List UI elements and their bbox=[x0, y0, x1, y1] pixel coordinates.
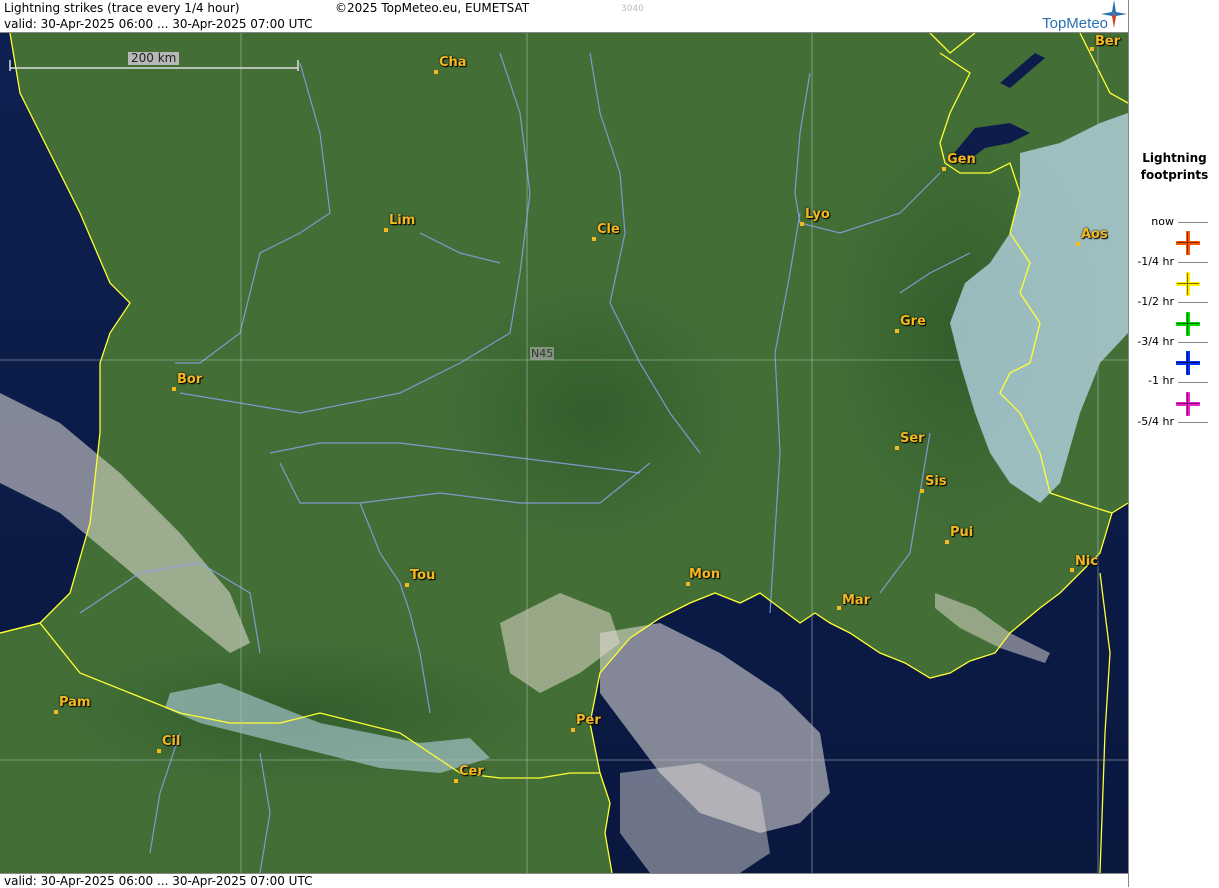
city-label[interactable]: Lyo bbox=[805, 207, 830, 222]
city-label[interactable]: Lim bbox=[389, 213, 415, 228]
city-label[interactable]: Mar bbox=[842, 593, 870, 608]
legend-label-five-quarter: -5/4 hr bbox=[1137, 415, 1174, 428]
legend-divider bbox=[1178, 262, 1208, 263]
legend-title-line1: Lightning bbox=[1142, 151, 1207, 165]
city-label[interactable]: Nic bbox=[1075, 554, 1098, 569]
legend-label-quarter: -1/4 hr bbox=[1137, 255, 1174, 268]
city-label[interactable]: Ser bbox=[900, 431, 925, 446]
yellow-cross-icon bbox=[1176, 272, 1200, 296]
city-marker bbox=[405, 583, 409, 587]
city-label[interactable]: Cha bbox=[439, 55, 467, 70]
product-code: 3040 bbox=[621, 4, 644, 14]
city-label[interactable]: Pui bbox=[950, 525, 973, 540]
map-title: Lightning strikes (trace every 1/4 hour) bbox=[4, 1, 240, 15]
city-label[interactable]: Tou bbox=[410, 568, 435, 583]
city-marker bbox=[571, 728, 575, 732]
city-marker bbox=[1076, 242, 1080, 246]
city-label[interactable]: Ber bbox=[1095, 34, 1120, 49]
topmeteo-logo-text[interactable]: TopMeteo bbox=[1042, 15, 1108, 32]
city-marker bbox=[434, 70, 438, 74]
massif-central-shade bbox=[430, 273, 750, 553]
legend-label-hour: -1 hr bbox=[1148, 374, 1174, 387]
scale-label: 200 km bbox=[128, 52, 180, 65]
city-marker bbox=[157, 749, 161, 753]
city-marker bbox=[1090, 47, 1094, 51]
city-label[interactable]: Cle bbox=[597, 222, 620, 237]
green-cross-icon bbox=[1176, 312, 1200, 336]
copyright-text: ©2025 TopMeteo.eu, EUMETSAT bbox=[335, 1, 530, 15]
legend-divider bbox=[1178, 222, 1208, 223]
city-marker bbox=[800, 222, 804, 226]
legend-divider bbox=[1178, 342, 1208, 343]
legend-divider bbox=[1178, 302, 1208, 303]
legend-panel: Lightning footprints now -1/4 hr -1/2 hr… bbox=[1128, 0, 1219, 887]
blue-cross-icon bbox=[1176, 351, 1200, 375]
city-marker bbox=[686, 582, 690, 586]
city-marker bbox=[54, 710, 58, 714]
city-marker bbox=[895, 446, 899, 450]
city-marker bbox=[172, 387, 176, 391]
city-marker bbox=[454, 779, 458, 783]
city-label[interactable]: Cer bbox=[459, 764, 484, 779]
city-marker bbox=[920, 489, 924, 493]
orange-cross-icon bbox=[1176, 231, 1200, 255]
legend-divider bbox=[1178, 382, 1208, 383]
city-label[interactable]: Aos bbox=[1081, 227, 1108, 242]
city-marker bbox=[942, 167, 946, 171]
map-header: Lightning strikes (trace every 1/4 hour)… bbox=[0, 0, 1128, 33]
city-label[interactable]: Pam bbox=[59, 695, 91, 710]
legend-title-line2: footprints bbox=[1140, 168, 1209, 182]
city-marker bbox=[384, 228, 388, 232]
city-label[interactable]: Gen bbox=[947, 152, 976, 167]
compass-logo-icon bbox=[1101, 0, 1127, 28]
city-label[interactable]: Mon bbox=[689, 567, 720, 582]
legend-label-three-quarter: -3/4 hr bbox=[1137, 335, 1174, 348]
legend-title: Lightning footprints bbox=[1129, 150, 1219, 184]
city-label[interactable]: Sis bbox=[925, 474, 947, 489]
city-marker bbox=[945, 540, 949, 544]
city-label[interactable]: Per bbox=[576, 713, 601, 728]
city-marker bbox=[592, 237, 596, 241]
footer-validity-text: valid: 30-Apr-2025 06:00 ... 30-Apr-2025… bbox=[4, 874, 313, 888]
map-footer: valid: 30-Apr-2025 06:00 ... 30-Apr-2025… bbox=[0, 873, 1128, 888]
legend-label-half: -1/2 hr bbox=[1137, 295, 1174, 308]
validity-text: valid: 30-Apr-2025 06:00 ... 30-Apr-2025… bbox=[4, 17, 313, 31]
satellite-map[interactable]: 200 km N45 Cha Ber Gen Lim Cle Lyo Aos G… bbox=[0, 33, 1128, 873]
legend-label-now: now bbox=[1151, 215, 1174, 228]
city-marker bbox=[837, 606, 841, 610]
legend-divider bbox=[1178, 422, 1208, 423]
city-marker bbox=[895, 329, 899, 333]
city-label[interactable]: Bor bbox=[177, 372, 202, 387]
city-label[interactable]: Cil bbox=[162, 734, 180, 749]
city-label[interactable]: Gre bbox=[900, 314, 926, 329]
magenta-cross-icon bbox=[1176, 392, 1200, 416]
city-marker bbox=[1070, 568, 1074, 572]
latitude-label: N45 bbox=[530, 347, 555, 360]
